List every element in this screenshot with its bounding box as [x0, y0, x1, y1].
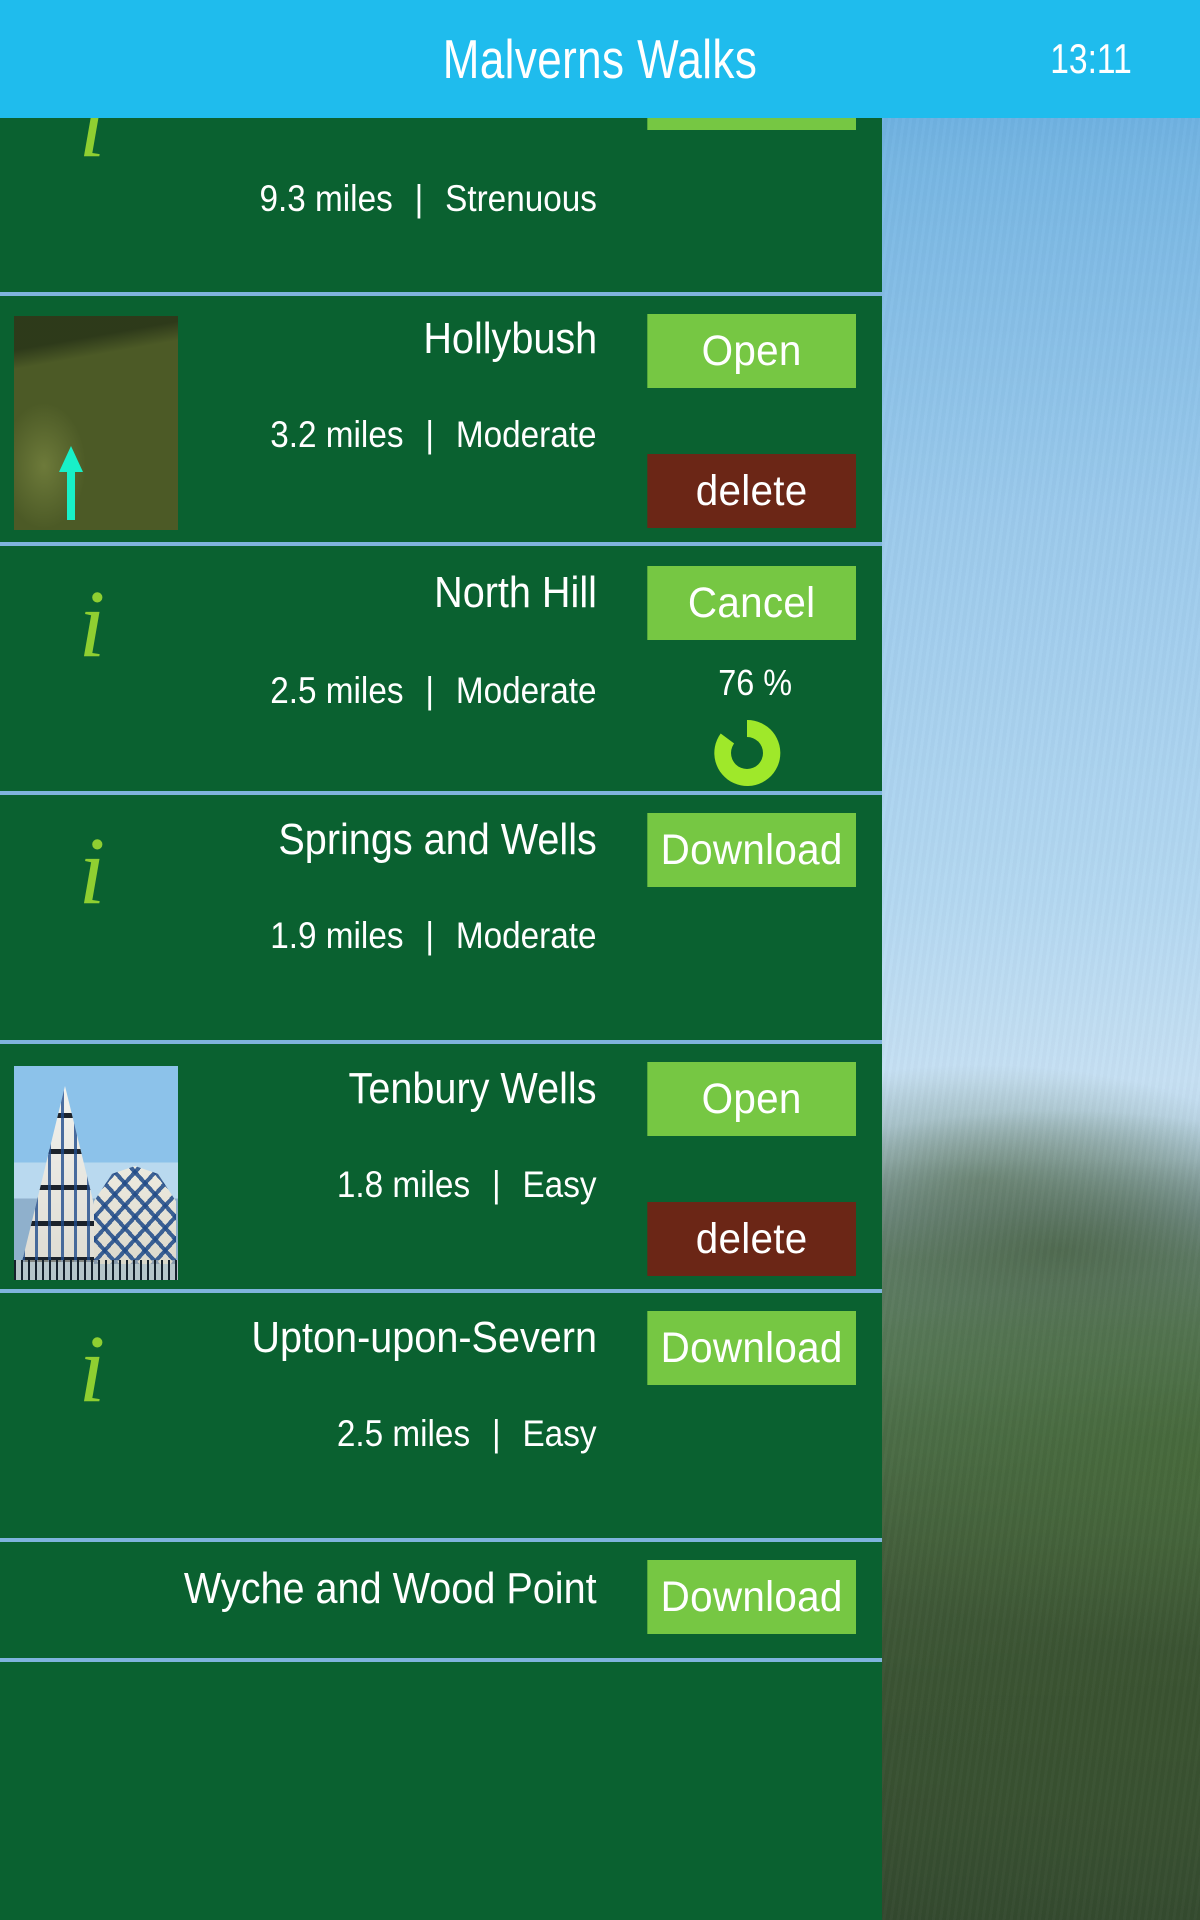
- walk-meta: 2.5 miles | Easy: [337, 1413, 597, 1455]
- gable-shape: [94, 1166, 176, 1264]
- walk-distance: 2.5 miles: [270, 670, 404, 711]
- page-title: Malverns Walks: [442, 28, 758, 90]
- info-icon[interactable]: i: [52, 823, 132, 919]
- walk-meta: 3.2 miles | Moderate: [271, 414, 597, 456]
- download-button-label: Download: [660, 1323, 843, 1372]
- status-clock: 13:11: [1050, 35, 1132, 82]
- meta-separator: |: [425, 670, 435, 711]
- download-button-label: Download: [660, 1572, 843, 1621]
- list-item[interactable]: Tenbury Wells 1.8 miles | Easy Open dele…: [0, 1044, 882, 1293]
- walk-distance: 1.9 miles: [270, 915, 404, 956]
- list-item[interactable]: Wyche and Wood Point Download: [0, 1542, 882, 1662]
- download-progress-label: 76 %: [718, 662, 792, 703]
- delete-button-label: delete: [695, 466, 808, 515]
- walk-distance: 1.8 miles: [337, 1164, 471, 1205]
- open-button[interactable]: Open: [647, 314, 856, 388]
- walk-difficulty: Strenuous: [445, 178, 597, 219]
- download-button-label: Download: [660, 825, 843, 874]
- open-button-label: Open: [701, 326, 802, 375]
- delete-button[interactable]: delete: [647, 1202, 856, 1276]
- delete-button-label: delete: [695, 1214, 808, 1263]
- info-icon[interactable]: i: [52, 1321, 132, 1417]
- list-item[interactable]: i 9.3 miles | Strenuous: [0, 118, 882, 296]
- walk-name: Springs and Wells: [278, 815, 597, 864]
- walk-distance: 3.2 miles: [270, 414, 404, 455]
- open-button[interactable]: Open: [647, 1062, 856, 1136]
- app-header: Malverns Walks 13:11: [0, 0, 1200, 118]
- walk-difficulty: Easy: [522, 1164, 597, 1205]
- walk-name: Wyche and Wood Point: [184, 1564, 597, 1613]
- walk-distance: 9.3 miles: [259, 178, 393, 219]
- walk-distance: 2.5 miles: [337, 1413, 471, 1454]
- download-progress-spinner: [708, 714, 786, 792]
- open-button-label: Open: [701, 1074, 802, 1123]
- walk-name: Tenbury Wells: [349, 1064, 597, 1113]
- download-button[interactable]: Download: [647, 1560, 856, 1634]
- cancel-button-label: Cancel: [687, 578, 816, 627]
- walk-thumbnail[interactable]: [14, 316, 178, 530]
- info-icon[interactable]: i: [52, 576, 132, 672]
- info-icon[interactable]: i: [52, 118, 132, 172]
- meta-separator: |: [425, 414, 435, 455]
- list-item[interactable]: i North Hill 2.5 miles | Moderate Cancel…: [0, 546, 882, 795]
- walk-name: Hollybush: [423, 314, 597, 363]
- walk-difficulty: Easy: [522, 1413, 597, 1454]
- download-button[interactable]: Download: [647, 813, 856, 887]
- list-item[interactable]: i Springs and Wells 1.9 miles | Moderate…: [0, 795, 882, 1044]
- walk-difficulty: Moderate: [456, 915, 597, 956]
- walk-meta: 1.8 miles | Easy: [337, 1164, 597, 1206]
- list-item[interactable]: Hollybush 3.2 miles | Moderate Open dele…: [0, 296, 882, 546]
- meta-separator: |: [492, 1413, 502, 1454]
- download-button[interactable]: Download: [647, 1311, 856, 1385]
- open-button[interactable]: [647, 118, 856, 130]
- walk-difficulty: Moderate: [456, 670, 597, 711]
- meta-separator: |: [414, 178, 424, 219]
- fence-shape: [14, 1260, 178, 1280]
- list-item[interactable]: i Upton-upon-Severn 2.5 miles | Easy Dow…: [0, 1293, 882, 1542]
- walks-list-panel[interactable]: i 9.3 miles | Strenuous Hollybush 3.2 mi…: [0, 118, 882, 1920]
- walk-meta: 9.3 miles | Strenuous: [260, 178, 597, 220]
- walk-difficulty: Moderate: [456, 414, 597, 455]
- walk-meta: 1.9 miles | Moderate: [271, 915, 597, 957]
- walk-name: Upton-upon-Severn: [251, 1313, 597, 1362]
- meta-separator: |: [425, 915, 435, 956]
- delete-button[interactable]: delete: [647, 454, 856, 528]
- walk-name: North Hill: [434, 568, 597, 617]
- walk-meta: 2.5 miles | Moderate: [271, 670, 597, 712]
- cancel-button[interactable]: Cancel: [647, 566, 856, 640]
- meta-separator: |: [492, 1164, 502, 1205]
- walk-thumbnail[interactable]: [14, 1066, 178, 1280]
